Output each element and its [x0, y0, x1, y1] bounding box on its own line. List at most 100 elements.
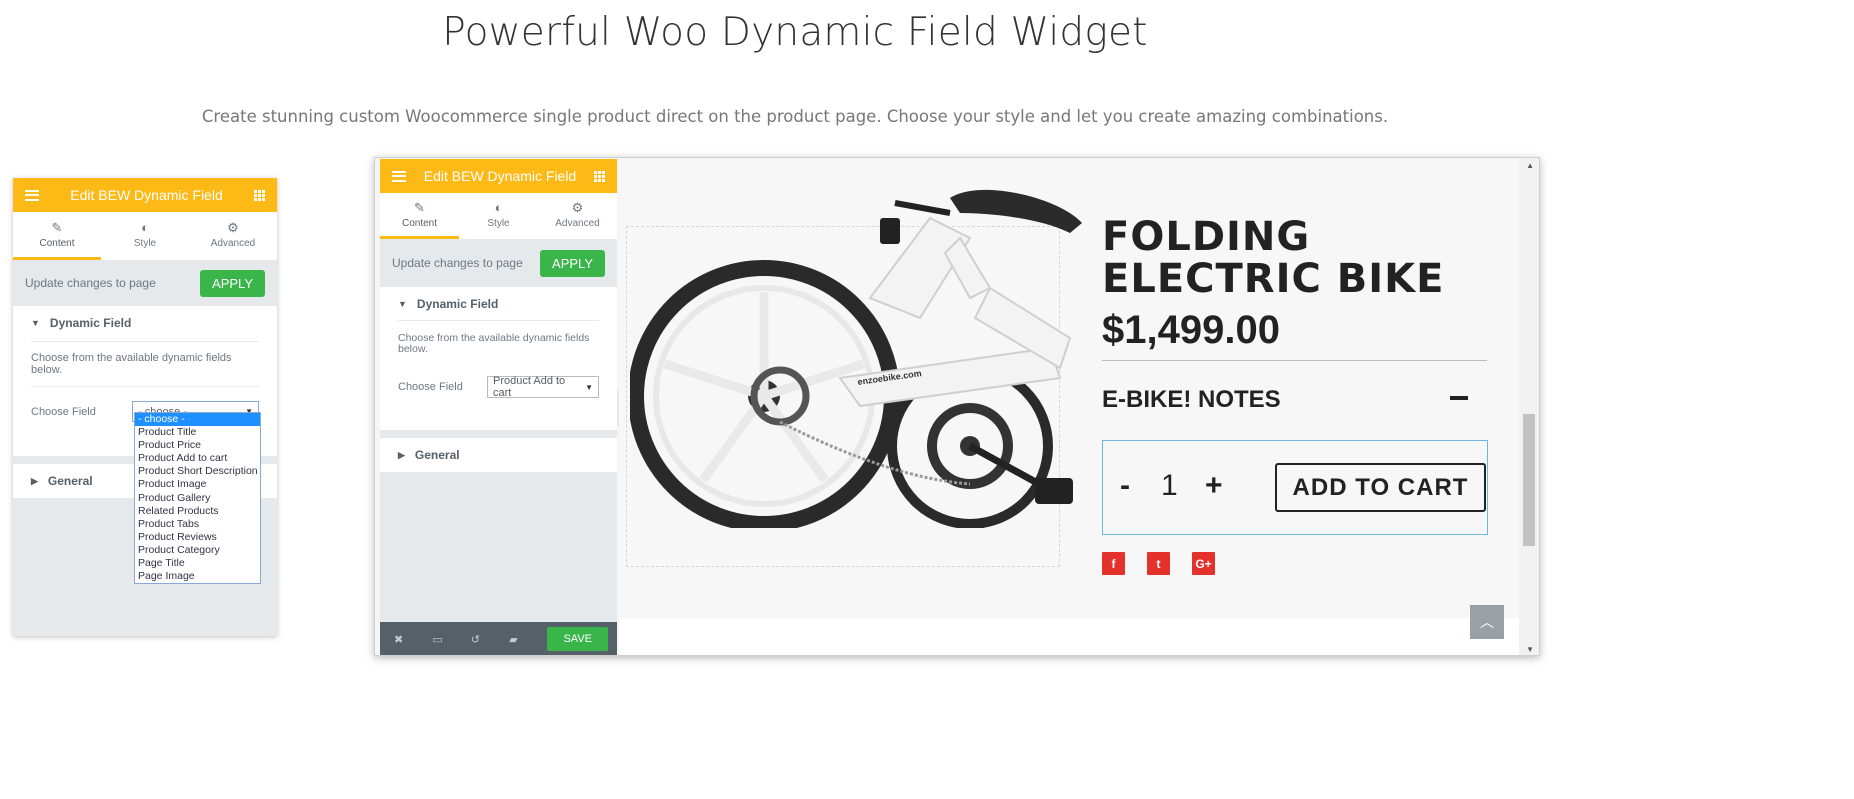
product-title: FOLDING ELECTRIC BIKE: [1102, 216, 1444, 300]
dropdown-option[interactable]: Product Short Description: [135, 465, 260, 478]
add-to-cart-button[interactable]: ADD TO CART: [1275, 463, 1486, 512]
choose-field-dropdown: - choose - Product Title Product Price P…: [134, 412, 261, 585]
triangle-down-icon: ▼: [31, 318, 40, 328]
update-text: Update changes to page: [392, 256, 523, 270]
caret-down-icon: ▼: [585, 382, 593, 392]
choose-field-label: Choose Field: [31, 405, 96, 418]
tab-style[interactable]: ◐ Style: [101, 212, 189, 260]
save-button[interactable]: SAVE: [547, 627, 608, 651]
section-title: Dynamic Field: [416, 296, 499, 311]
section-dynamic-field[interactable]: ▼ Dynamic Field: [380, 287, 617, 320]
panel-tabs: ✎ Content ◐ Style ⚙ Advanced: [380, 193, 617, 239]
choose-field-label: Choose Field: [398, 381, 463, 393]
facebook-icon[interactable]: f: [1102, 552, 1125, 575]
section-title: General: [47, 474, 93, 488]
apply-button[interactable]: APPLY: [540, 249, 605, 277]
dropdown-option[interactable]: Product Image: [135, 478, 260, 491]
gear-icon: ⚙: [227, 219, 239, 235]
half-circle-icon: ◐: [494, 199, 503, 215]
field-description: Choose from the available dynamic fields…: [31, 352, 232, 376]
hamburger-icon[interactable]: [25, 189, 39, 201]
panel-header: Edit BEW Dynamic Field: [13, 178, 277, 212]
scroll-thumb[interactable]: [1523, 414, 1535, 546]
panel-tabs: ✎ Content ◐ Style ⚙ Advanced: [13, 212, 277, 260]
panel-footer: ✖ ▭ ↺ ▰ SAVE: [380, 622, 617, 655]
apply-button[interactable]: APPLY: [200, 269, 265, 297]
editor-screenshot-frame: Edit BEW Dynamic Field ✎ Content ◐ Style ⚙…: [374, 157, 1540, 656]
qty-increase-button[interactable]: +: [1205, 469, 1223, 503]
bike-image: enzoebike.com: [630, 189, 1082, 528]
divider: [1102, 360, 1487, 361]
triangle-down-icon: ▼: [398, 298, 407, 309]
grid-icon[interactable]: [593, 170, 605, 182]
tab-label: Advanced: [210, 237, 256, 249]
dropdown-option[interactable]: Page Image: [135, 570, 260, 583]
update-row: Update changes to page APPLY: [13, 260, 277, 306]
section-dynamic-field[interactable]: ▼ Dynamic Field: [13, 306, 277, 340]
section-title: General: [414, 448, 460, 462]
twitter-icon[interactable]: t: [1147, 552, 1170, 575]
desktop-icon[interactable]: ▭: [432, 633, 470, 646]
tab-label: Advanced: [555, 217, 600, 229]
scrollbar[interactable]: ▲ ▼: [1519, 158, 1539, 655]
section-title: Dynamic Field: [49, 316, 132, 330]
pencil-icon: ✎: [51, 219, 63, 235]
chevron-up-icon: ︿: [1480, 614, 1494, 630]
page-subline: Create stunning custom Woocommerce singl…: [201, 107, 1389, 126]
tab-label: Content: [39, 237, 75, 249]
select-value: Product Add to cart: [493, 375, 566, 399]
tab-content[interactable]: ✎ Content: [380, 193, 459, 239]
update-text: Update changes to page: [25, 276, 156, 290]
dropdown-option[interactable]: - choose -: [135, 413, 260, 427]
back-to-top-button[interactable]: ︿: [1470, 605, 1504, 639]
triangle-right-icon: ▶: [31, 475, 38, 486]
tab-content[interactable]: ✎ Content: [13, 212, 101, 260]
pencil-icon: ✎: [414, 199, 425, 215]
qty-decrease-button[interactable]: -: [1120, 469, 1130, 503]
product-title-line1: FOLDING: [1102, 214, 1311, 260]
tab-label: Style: [487, 217, 510, 229]
editor-panel-right: Edit BEW Dynamic Field ✎ Content ◐ Style ⚙…: [380, 159, 617, 655]
dropdown-option[interactable]: Page Title: [135, 557, 260, 570]
dropdown-option[interactable]: Product Title: [135, 426, 260, 439]
dropdown-option[interactable]: Product Price: [135, 439, 260, 452]
close-icon[interactable]: ✖: [394, 633, 432, 646]
google-plus-icon[interactable]: G+: [1192, 552, 1215, 575]
hamburger-icon[interactable]: [392, 170, 406, 182]
notes-tab-title[interactable]: E-BIKE! NOTES: [1102, 386, 1281, 414]
panel-header: Edit BEW Dynamic Field: [380, 159, 617, 193]
update-row: Update changes to page APPLY: [380, 239, 617, 287]
dropdown-option[interactable]: Product Reviews: [135, 531, 260, 544]
product-title-line2: ELECTRIC BIKE: [1102, 256, 1445, 302]
tab-style[interactable]: ◐ Style: [459, 193, 538, 239]
triangle-right-icon: ▶: [398, 449, 405, 460]
panel-title: Edit BEW Dynamic Field: [70, 187, 223, 203]
product-price: $1,499.00: [1102, 308, 1280, 352]
dropdown-option[interactable]: Related Products: [135, 505, 260, 518]
dropdown-option[interactable]: Product Tabs: [135, 518, 260, 531]
half-circle-icon: ◐: [141, 219, 149, 235]
panel-title: Edit BEW Dynamic Field: [423, 168, 577, 184]
tab-label: Style: [133, 237, 157, 249]
qty-input[interactable]: 1: [1161, 469, 1178, 503]
history-icon[interactable]: ↺: [471, 633, 509, 646]
dropdown-option[interactable]: Product Add to cart: [135, 452, 260, 465]
scroll-up-arrow-icon[interactable]: ▲: [1526, 161, 1534, 170]
choose-field-row: Choose Field Product Add to cart ▼: [398, 375, 599, 399]
scroll-down-arrow-icon[interactable]: ▼: [1526, 645, 1534, 654]
choose-field-select[interactable]: Product Add to cart ▼: [487, 375, 599, 399]
tab-advanced[interactable]: ⚙ Advanced: [538, 193, 617, 239]
dropdown-option[interactable]: Product Category: [135, 544, 260, 557]
dropdown-option[interactable]: Product Gallery: [135, 492, 260, 505]
field-description: Choose from the available dynamic fields…: [398, 332, 590, 355]
collapse-minus-icon[interactable]: [1450, 396, 1468, 400]
grid-icon[interactable]: [253, 189, 265, 201]
section-dynamic-body: Choose from the available dynamic fields…: [380, 320, 617, 430]
page-headline: Powerful Woo Dynamic Field Widget: [442, 10, 1148, 55]
tab-advanced[interactable]: ⚙ Advanced: [189, 212, 277, 260]
gear-icon: ⚙: [571, 199, 584, 215]
section-general[interactable]: ▶ General: [380, 438, 617, 472]
tab-label: Content: [401, 217, 438, 229]
preview-footer-area: [619, 618, 1521, 655]
folder-icon[interactable]: ▰: [509, 633, 547, 646]
